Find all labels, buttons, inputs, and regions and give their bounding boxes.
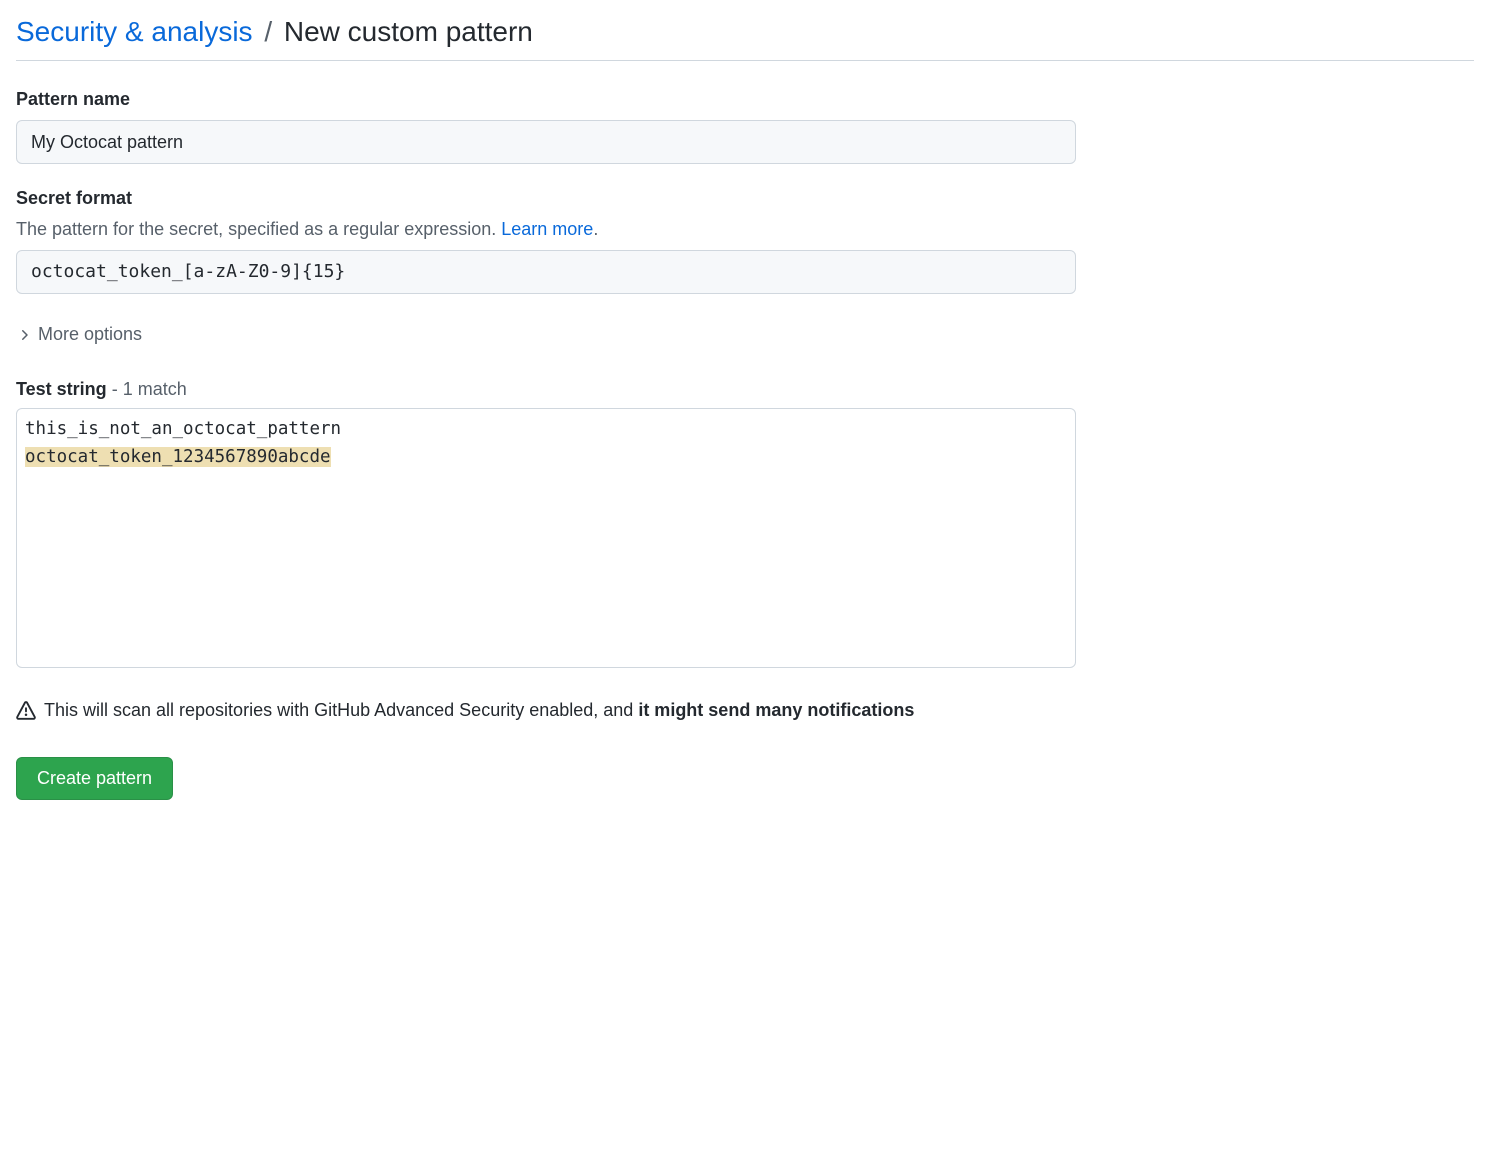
test-string-line-nonmatch: this_is_not_an_octocat_pattern (25, 419, 341, 439)
learn-more-link[interactable]: Learn more (501, 219, 593, 239)
warning-text-prefix: This will scan all repositories with Git… (44, 700, 638, 720)
pattern-name-input[interactable] (16, 120, 1076, 164)
more-options-label: More options (38, 324, 142, 345)
more-options-toggle[interactable]: More options (16, 318, 142, 351)
create-pattern-button[interactable]: Create pattern (16, 757, 173, 800)
test-string-match-sep: - (107, 379, 123, 399)
test-string-textarea[interactable]: this_is_not_an_octocat_pattern octocat_t… (16, 408, 1076, 668)
secret-format-label: Secret format (16, 188, 1474, 209)
alert-icon (16, 701, 36, 721)
test-string-match-count: 1 match (123, 379, 187, 399)
breadcrumb-separator: / (264, 16, 272, 47)
chevron-right-icon (16, 327, 32, 343)
warning-text-bold: it might send many notifications (638, 700, 914, 720)
secret-format-group: Secret format The pattern for the secret… (16, 188, 1474, 294)
secret-format-description: The pattern for the secret, specified as… (16, 219, 1474, 240)
secret-format-desc-text: The pattern for the secret, specified as… (16, 219, 501, 239)
warning-text: This will scan all repositories with Git… (44, 700, 914, 721)
breadcrumb-current: New custom pattern (284, 16, 533, 47)
test-string-label: Test string (16, 379, 107, 399)
breadcrumb: Security & analysis / New custom pattern (16, 16, 1474, 61)
test-string-group: Test string - 1 match this_is_not_an_oct… (16, 379, 1474, 668)
secret-format-input[interactable] (16, 250, 1076, 294)
test-string-label-row: Test string - 1 match (16, 379, 1474, 400)
pattern-name-label: Pattern name (16, 89, 1474, 110)
breadcrumb-parent-link[interactable]: Security & analysis (16, 16, 253, 47)
secret-format-desc-suffix: . (593, 219, 598, 239)
warning-message: This will scan all repositories with Git… (16, 700, 1474, 721)
pattern-name-group: Pattern name (16, 89, 1474, 164)
test-string-line-match: octocat_token_1234567890abcde (25, 447, 331, 467)
